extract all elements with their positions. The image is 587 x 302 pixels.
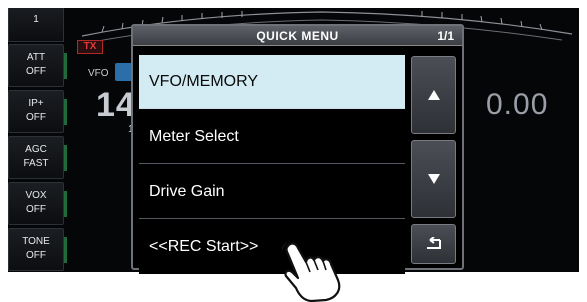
page-indicator: 1/1 <box>437 29 454 43</box>
att-value: OFF <box>26 66 46 77</box>
triangle-down-icon <box>427 174 440 184</box>
menu-item-vfo-memory[interactable]: VFO/MEMORY <box>139 55 405 109</box>
menu-item-meter-select[interactable]: Meter Select <box>139 110 405 164</box>
agc-button[interactable]: AGC FAST <box>8 136 67 179</box>
frequency-digits-left: 14 <box>96 86 136 124</box>
quick-menu-title: QUICK MENU <box>256 29 339 43</box>
ip-plus-label: IP+ <box>28 98 44 109</box>
agc-label: AGC <box>25 144 47 155</box>
ip-plus-button[interactable]: IP+ OFF <box>8 90 67 133</box>
return-button[interactable] <box>411 224 456 264</box>
function-column: 1 ATT OFF IP+ OFF AGC FAST VOX OFF TONE … <box>8 8 68 272</box>
triangle-up-icon <box>427 90 440 100</box>
tx-indicator: TX <box>77 40 103 54</box>
scroll-down-button[interactable] <box>411 140 456 218</box>
ip-plus-value: OFF <box>26 112 46 123</box>
att-button[interactable]: ATT OFF <box>8 44 67 87</box>
tone-label: TONE <box>22 236 50 247</box>
vfo-label: VFO <box>88 68 109 79</box>
quick-menu-header: QUICK MENU 1/1 <box>133 26 462 46</box>
return-arrow-icon <box>426 237 441 249</box>
vox-button[interactable]: VOX OFF <box>8 182 67 225</box>
menu-item-drive-gain[interactable]: Drive Gain <box>139 165 405 219</box>
tone-button[interactable]: TONE OFF <box>8 228 67 271</box>
quick-menu-dialog: QUICK MENU 1/1 VFO/MEMORY Meter Select D… <box>131 24 464 274</box>
tone-value: OFF <box>26 250 46 261</box>
scroll-up-button[interactable] <box>411 56 456 134</box>
att-label: ATT <box>26 52 46 63</box>
function-button-top[interactable]: 1 <box>8 8 64 42</box>
menu-item-rec-start[interactable]: <<REC Start>> <box>139 220 405 274</box>
agc-value: FAST <box>23 158 49 169</box>
frequency-digits-right: 0.00 <box>486 88 549 121</box>
vox-value: OFF <box>26 204 46 215</box>
pointing-hand-icon <box>282 242 341 302</box>
vox-label: VOX <box>25 190 47 201</box>
